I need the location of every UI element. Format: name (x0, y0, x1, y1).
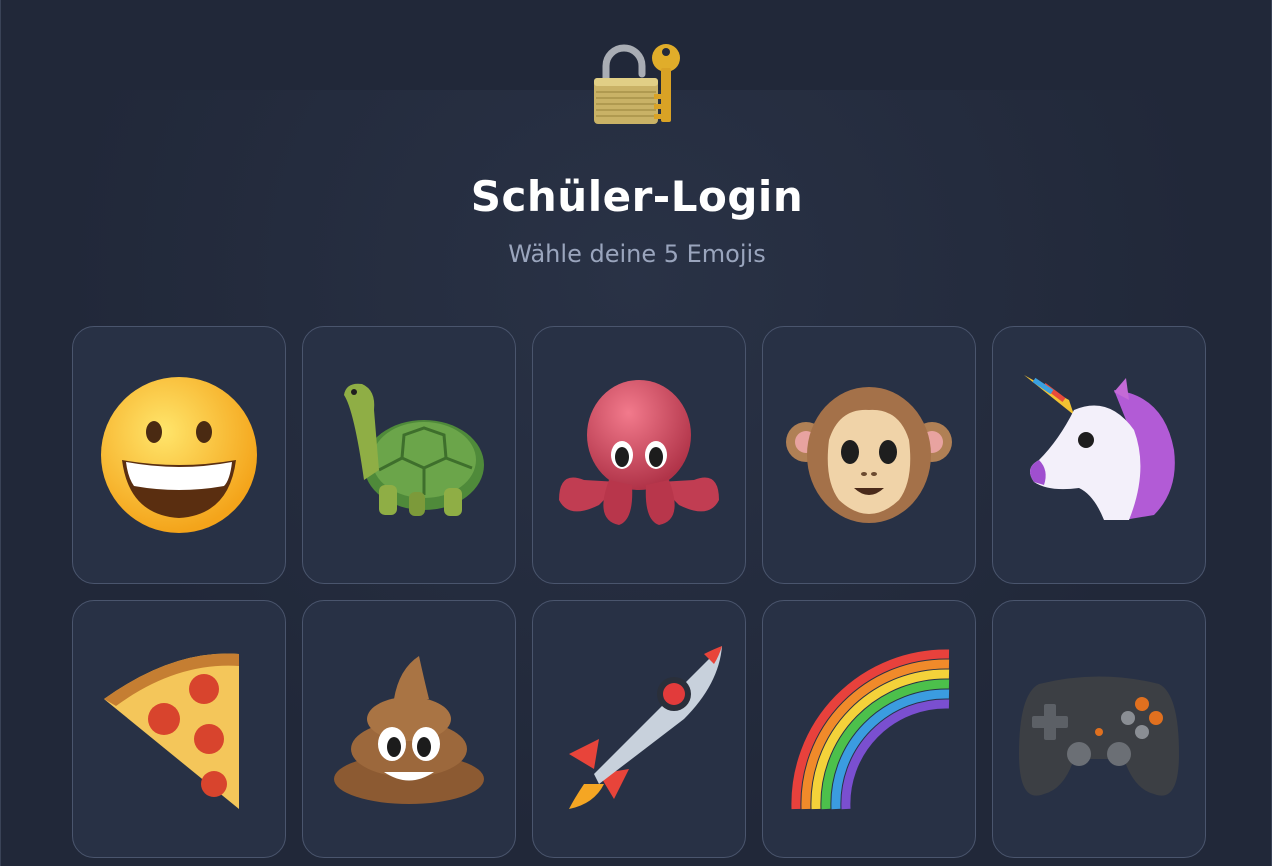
emoji-tile-pizza[interactable] (72, 600, 286, 858)
rocket-icon (554, 644, 724, 814)
monkey-face-icon (784, 370, 954, 540)
pile-of-poo-icon (324, 644, 494, 814)
lock-with-key-icon (592, 38, 688, 130)
login-header: Schüler-Login Wähle deine 5 Emojis (1, 0, 1271, 300)
grinning-face-icon (94, 370, 264, 540)
page-subtitle: Wähle deine 5 Emojis (508, 240, 766, 268)
emoji-tile-unicorn[interactable] (992, 326, 1206, 584)
emoji-tile-turtle[interactable] (302, 326, 516, 584)
emoji-tile-rocket[interactable] (532, 600, 746, 858)
octopus-icon (554, 370, 724, 540)
rainbow-icon (784, 644, 954, 814)
emoji-tile-monkey-face[interactable] (762, 326, 976, 584)
game-controller-icon (1014, 644, 1184, 814)
unicorn-icon (1014, 370, 1184, 540)
emoji-tile-grinning-face[interactable] (72, 326, 286, 584)
emoji-tile-game-controller[interactable] (992, 600, 1206, 858)
page-title: Schüler-Login (470, 172, 804, 221)
emoji-tile-pile-of-poo[interactable] (302, 600, 516, 858)
emoji-tile-octopus[interactable] (532, 326, 746, 584)
turtle-icon (324, 370, 494, 540)
pizza-icon (94, 644, 264, 814)
emoji-tile-rainbow[interactable] (762, 600, 976, 858)
login-screen: Schüler-Login Wähle deine 5 Emojis (0, 0, 1272, 866)
emoji-grid (72, 326, 1207, 858)
